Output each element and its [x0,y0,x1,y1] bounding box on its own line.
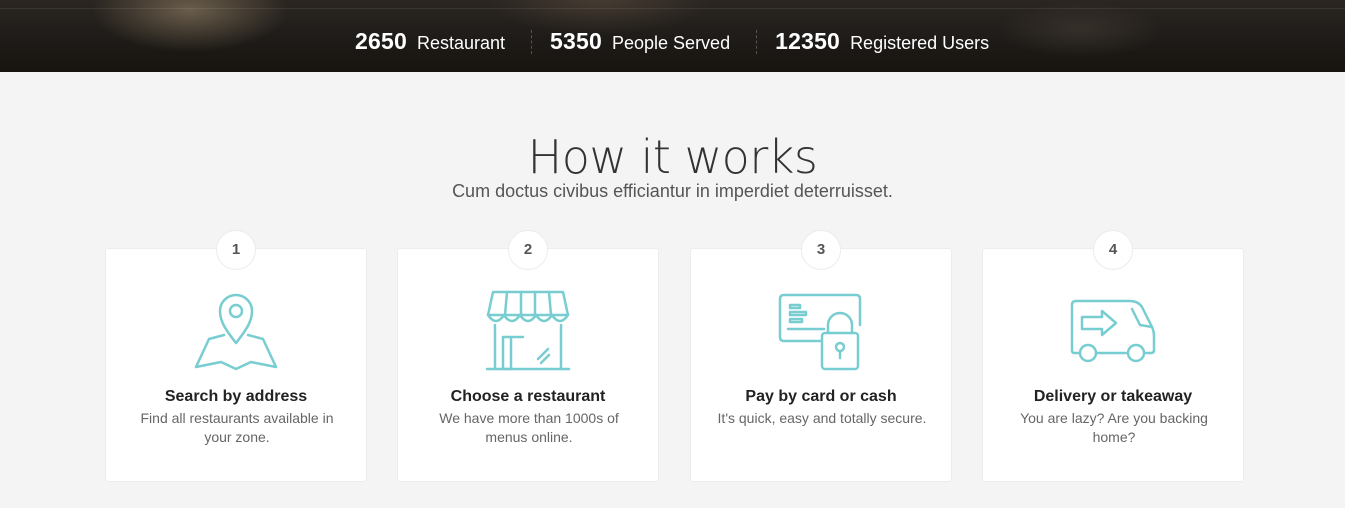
stat-number: 5350 [550,28,602,54]
stat-registered-users: 12350 Registered Users [775,28,989,55]
step-description: It's quick, easy and totally secure. [717,410,927,426]
stats-bar: 2650 Restaurant 5350 People Served 12350… [355,28,989,55]
stat-number: 12350 [775,28,841,54]
stat-people-served: 5350 People Served [550,28,730,55]
stat-label: People Served [612,33,731,53]
card-lock-icon [778,293,862,371]
hero-divider [0,8,1345,9]
stat-label: Registered Users [850,33,990,53]
step-number-badge: 2 [508,230,548,270]
step-number-badge: 1 [216,230,256,270]
stat-separator [531,29,533,54]
delivery-van-icon [1070,299,1156,363]
step-card-choose: 2 Choose a restaurant We have more than … [397,230,659,482]
stat-separator [756,29,758,54]
stat-label: Restaurant [416,33,506,53]
step-title: Delivery or takeaway [1033,388,1193,405]
section-title: How it works [527,130,818,184]
stat-number: 2650 [355,28,407,54]
step-card-search: 1 Search by address Find all restaurants… [105,230,367,482]
step-description: We have more than 1000s of menus online. [439,410,619,445]
map-pin-icon [194,293,278,371]
step-title: Pay by card or cash [745,388,897,405]
stat-restaurants: 2650 Restaurant [355,28,505,55]
storefront-icon [485,290,571,371]
step-title: Search by address [164,388,308,405]
step-number-badge: 4 [1093,230,1133,270]
section-subtitle: Cum doctus civibus efficiantur in imperd… [452,181,893,201]
hero-banner: 2650 Restaurant 5350 People Served 12350… [0,0,1345,72]
step-description: Find all restaurants available in your z… [140,410,334,445]
step-card-delivery: 4 Delivery or takeaway You are lazy? Are… [982,230,1244,482]
step-title: Choose a restaurant [450,388,606,405]
step-number-badge: 3 [801,230,841,270]
step-description: You are lazy? Are you backing home? [1020,410,1208,445]
step-card-pay: 3 Pay by card or cash It's quick, easy a… [690,230,952,482]
